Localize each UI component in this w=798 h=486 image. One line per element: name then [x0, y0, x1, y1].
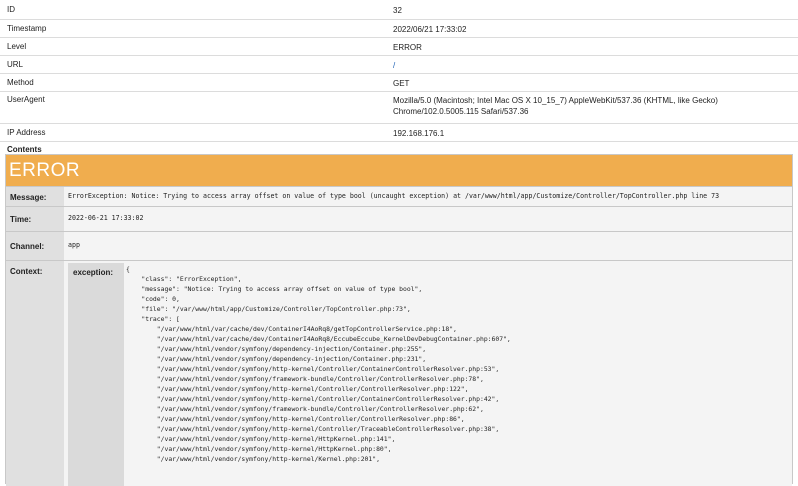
info-row-id: ID 32 [0, 0, 798, 20]
info-row-method: Method GET [0, 74, 798, 92]
info-row-ip: IP Address 192.168.176.1 [0, 124, 798, 142]
log-info-table: ID 32 Timestamp 2022/06/21 17:33:02 Leve… [0, 0, 798, 155]
context-row: Context: exception: { "class": "ErrorExc… [6, 260, 792, 486]
exception-line: "message": "Notice: Trying to access arr… [126, 285, 423, 293]
exception-line: "/var/www/html/var/cache/dev/ContainerI4… [126, 325, 457, 333]
exception-line: "/var/www/html/vendor/symfony/http-kerne… [126, 445, 392, 453]
error-level-header: ERROR [6, 155, 792, 186]
level-label: Level [7, 42, 27, 51]
message-value: ErrorException: Notice: Trying to access… [64, 187, 792, 207]
info-row-url: URL / [0, 56, 798, 74]
id-value: 32 [393, 6, 402, 15]
useragent-value: Mozilla/5.0 (Macintosh; Intel Mac OS X 1… [393, 92, 798, 123]
id-label: ID [7, 5, 15, 14]
exception-line: "class": "ErrorException", [126, 275, 242, 283]
time-value: 2022-06-21 17:33:02 [64, 207, 792, 232]
timestamp-value: 2022/06/21 17:33:02 [393, 25, 467, 34]
exception-json: { "class": "ErrorException", "message": … [126, 261, 792, 486]
channel-value: app [64, 232, 792, 261]
exception-line: "/var/www/html/vendor/symfony/framework-… [126, 375, 484, 383]
message-label: Message: [6, 187, 64, 207]
exception-line: "/var/www/html/vendor/symfony/http-kerne… [126, 395, 500, 403]
time-row: Time: 2022-06-21 17:33:02 [6, 206, 792, 232]
exception-line: "code": 0, [126, 295, 180, 303]
context-label: Context: [6, 261, 64, 486]
time-label: Time: [6, 207, 64, 232]
url-label: URL [7, 60, 24, 69]
useragent-line: Mozilla/5.0 (Macintosh; Intel Mac OS X 1… [393, 96, 718, 105]
exception-line: "/var/www/html/vendor/symfony/dependency… [126, 355, 427, 363]
ip-label: IP Address [7, 128, 46, 137]
exception-line: "/var/www/html/vendor/symfony/framework-… [126, 405, 484, 413]
method-label: Method [7, 78, 34, 87]
exception-line: "/var/www/html/vendor/symfony/http-kerne… [126, 365, 500, 373]
info-row-timestamp: Timestamp 2022/06/21 17:33:02 [0, 20, 798, 38]
exception-line: "/var/www/html/vendor/symfony/http-kerne… [126, 425, 500, 433]
channel-row: Channel: app [6, 231, 792, 261]
exception-line: "file": "/var/www/html/app/Customize/Con… [126, 305, 411, 313]
method-value: GET [393, 79, 410, 88]
exception-label: exception: [68, 263, 124, 486]
exception-line: "/var/www/html/vendor/symfony/http-kerne… [126, 415, 465, 423]
info-row-level: Level ERROR [0, 38, 798, 56]
useragent-label: UserAgent [7, 95, 45, 104]
url-link[interactable]: / [393, 61, 395, 70]
exception-line: "/var/www/html/vendor/symfony/http-kerne… [126, 435, 396, 443]
exception-line: "/var/www/html/vendor/symfony/http-kerne… [126, 385, 469, 393]
message-row: Message: ErrorException: Notice: Trying … [6, 186, 792, 207]
info-row-useragent: UserAgent Mozilla/5.0 (Macintosh; Intel … [0, 92, 798, 124]
timestamp-label: Timestamp [7, 24, 47, 33]
channel-label: Channel: [6, 232, 64, 261]
exception-line: "/var/www/html/vendor/symfony/http-kerne… [126, 455, 380, 463]
context-value: exception: { "class": "ErrorException", … [64, 261, 792, 486]
exception-line: "/var/www/html/vendor/symfony/dependency… [126, 345, 427, 353]
exception-line: { [126, 265, 130, 273]
exception-line: "/var/www/html/var/cache/dev/ContainerI4… [126, 335, 511, 343]
level-value: ERROR [393, 43, 422, 52]
useragent-line: Chrome/102.0.5005.115 Safari/537.36 [393, 107, 529, 116]
ip-value: 192.168.176.1 [393, 129, 445, 138]
exception-line: "trace": [ [126, 315, 180, 323]
error-detail-panel: ERROR Message: ErrorException: Notice: T… [5, 154, 793, 486]
